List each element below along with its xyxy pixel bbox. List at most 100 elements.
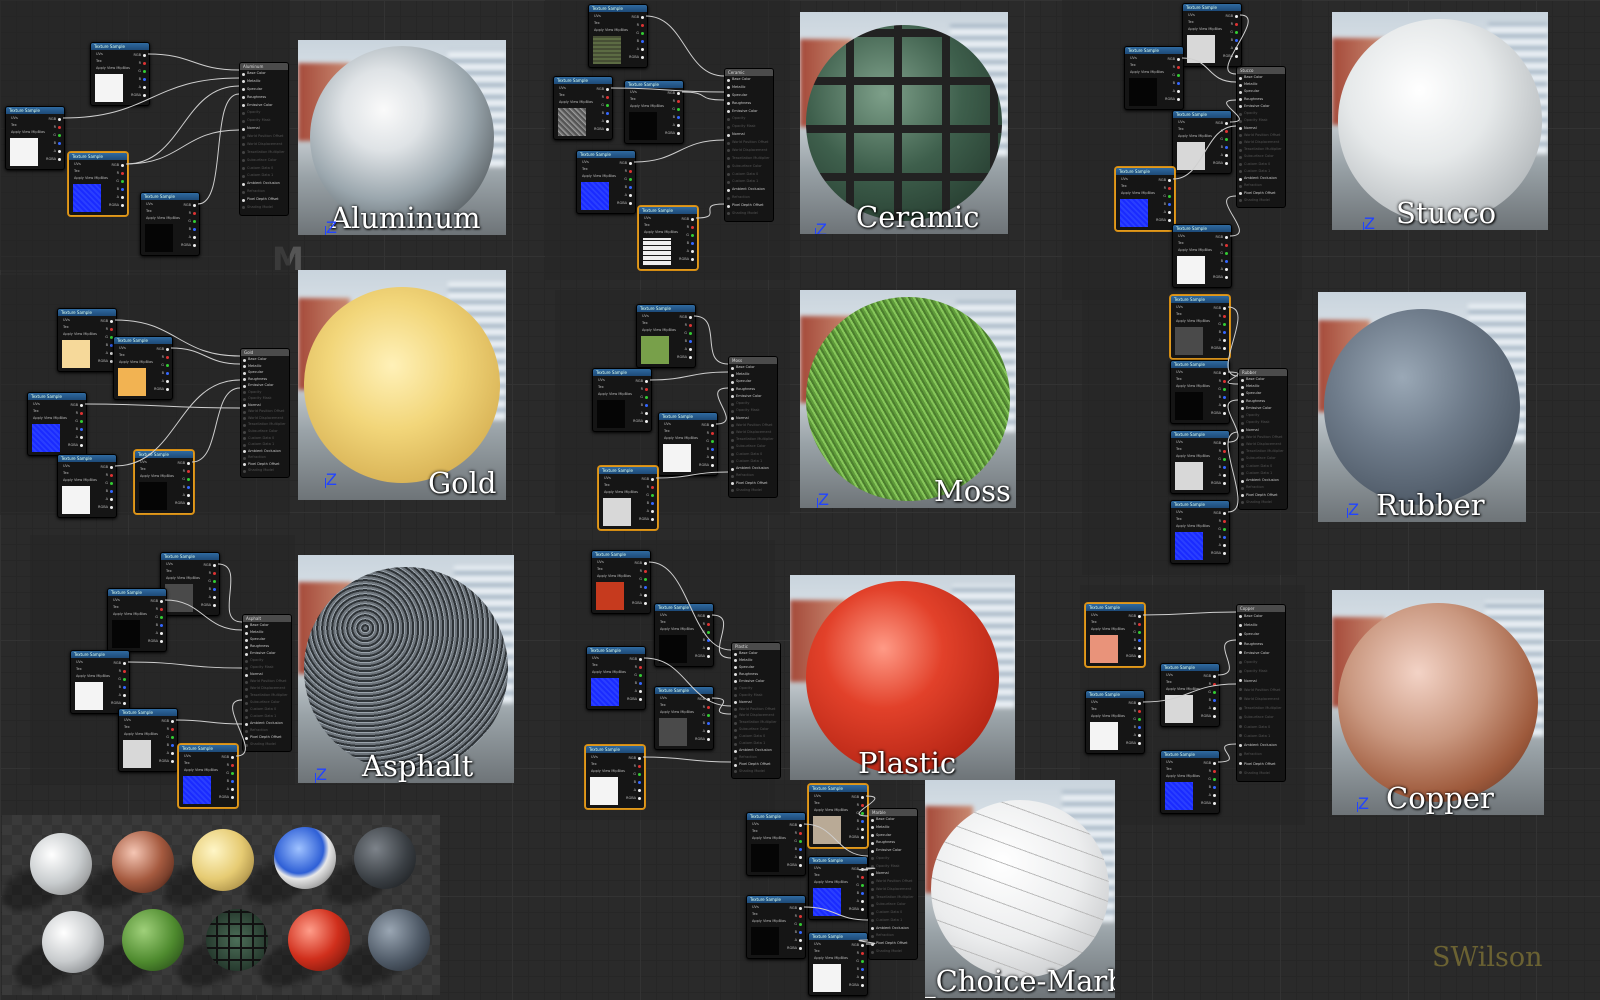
material-pin-row[interactable]: World Position Offset <box>729 422 777 429</box>
output-pin[interactable] <box>638 780 641 784</box>
output-pin[interactable] <box>629 201 632 205</box>
material-pin-row[interactable]: Custom Data 1 <box>1237 168 1285 175</box>
texture-sample-node[interactable]: Texture Sample RGB R G B A RGBA UVs Tex Apply Vie… <box>27 392 87 456</box>
output-pin[interactable] <box>193 243 196 247</box>
texture-sample-node[interactable]: Texture Sample RGB R G B A RGBA UVs Tex Apply Vie… <box>5 106 65 170</box>
texture-sample-node[interactable]: Texture Sample RGB R G B A RGBA UVs Tex Apply Vie… <box>1170 360 1230 424</box>
output-pin[interactable] <box>645 411 648 415</box>
output-pin[interactable] <box>1223 371 1226 375</box>
material-pin-row[interactable]: Ambient Occlusion <box>732 747 780 754</box>
output-pin[interactable] <box>231 795 234 799</box>
output-pin[interactable] <box>1225 267 1228 271</box>
output-pin[interactable] <box>799 930 802 934</box>
material-pin-row[interactable]: Emissive Color <box>1239 405 1287 412</box>
material-pin-row[interactable]: Normal <box>729 415 777 422</box>
output-pin[interactable] <box>799 823 802 827</box>
material-pin-row[interactable]: Base Color <box>1237 74 1285 81</box>
material-pin-row[interactable]: World Displacement <box>240 141 288 149</box>
material-pin-row[interactable]: World Displacement <box>1237 695 1285 704</box>
output-pin[interactable] <box>171 719 174 723</box>
output-pin[interactable] <box>213 563 216 567</box>
output-pin[interactable] <box>638 796 641 800</box>
output-pin[interactable] <box>1223 395 1226 399</box>
output-pin[interactable] <box>193 227 196 231</box>
output-pin[interactable] <box>641 47 644 51</box>
material-pin-row[interactable]: Metallic <box>732 657 780 664</box>
output-pin[interactable] <box>1138 646 1141 650</box>
material-pin-row[interactable]: Roughness <box>725 100 773 108</box>
output-pin[interactable] <box>1223 543 1226 547</box>
output-pin[interactable] <box>1223 379 1226 383</box>
material-pin-row[interactable]: Tessellation Multiplier <box>1239 448 1287 455</box>
texture-sample-node[interactable]: Texture Sample RGB R G B A RGBA UVs Tex Apply Vie… <box>90 42 150 106</box>
output-pin[interactable] <box>629 177 632 181</box>
material-pin-row[interactable]: World Displacement <box>1237 139 1285 146</box>
output-pin[interactable] <box>1223 551 1226 555</box>
output-pin[interactable] <box>123 669 126 673</box>
output-pin[interactable] <box>213 579 216 583</box>
material-pin-row[interactable]: Custom Data 1 <box>729 458 777 465</box>
material-output-node[interactable]: Gold Base Color Metallic Specular Roughness E… <box>240 348 290 478</box>
texture-sample-node[interactable]: Texture Sample RGB R G B A RGBA UVs Tex Apply Vie… <box>598 466 658 530</box>
output-pin[interactable] <box>644 585 647 589</box>
output-pin[interactable] <box>707 721 710 725</box>
texture-sample-node[interactable]: Texture Sample RGB R G B A RGBA UVs Tex Apply Vie… <box>1182 3 1242 67</box>
material-pin-row[interactable]: Custom Data 1 <box>725 178 773 186</box>
texture-sample-node[interactable]: Texture Sample RGB R G B A RGBA UVs Tex Apply Vie… <box>1085 690 1145 754</box>
output-pin[interactable] <box>1223 465 1226 469</box>
material-pin-row[interactable]: Base Color <box>732 650 780 657</box>
output-pin[interactable] <box>166 363 169 367</box>
output-pin[interactable] <box>80 419 83 423</box>
output-pin[interactable] <box>171 735 174 739</box>
output-pin[interactable] <box>110 497 113 501</box>
output-pin[interactable] <box>799 938 802 942</box>
material-pin-row[interactable]: Refraction <box>725 194 773 202</box>
output-pin[interactable] <box>1223 411 1226 415</box>
output-pin[interactable] <box>707 705 710 709</box>
output-pin[interactable] <box>1213 690 1216 694</box>
output-pin[interactable] <box>641 39 644 43</box>
material-pin-row[interactable]: Base Color <box>243 622 291 629</box>
output-pin[interactable] <box>691 233 694 237</box>
material-pin-row[interactable]: Specular <box>240 86 288 94</box>
output-pin[interactable] <box>1213 801 1216 805</box>
material-pin-row[interactable]: Metallic <box>1237 81 1285 88</box>
material-pin-row[interactable]: Base Color <box>869 816 917 824</box>
material-pin-row[interactable]: Custom Data 0 <box>725 171 773 179</box>
output-pin[interactable] <box>80 435 83 439</box>
material-pin-row[interactable]: Ambient Occlusion <box>725 186 773 194</box>
material-pin-row[interactable]: Emissive Color <box>732 678 780 685</box>
material-pin-row[interactable]: Normal <box>869 870 917 878</box>
material-pin-row[interactable]: Opacity Mask <box>869 863 917 871</box>
material-pin-row[interactable]: Opacity <box>1237 658 1285 667</box>
output-pin[interactable] <box>799 863 802 867</box>
texture-sample-node[interactable]: Texture Sample RGB R G B A RGBA UVs Tex Apply Vie… <box>1170 500 1230 564</box>
texture-sample-node[interactable]: Texture Sample RGB R G B A RGBA UVs Tex Apply Vie… <box>1172 224 1232 288</box>
output-pin[interactable] <box>160 599 163 603</box>
material-pin-row[interactable]: Normal <box>1239 427 1287 434</box>
material-pin-row[interactable]: Ambient Occlusion <box>869 925 917 933</box>
material-pin-row[interactable]: Custom Data 0 <box>1237 161 1285 168</box>
output-pin[interactable] <box>160 607 163 611</box>
output-pin[interactable] <box>1213 674 1216 678</box>
output-pin[interactable] <box>80 403 83 407</box>
material-pin-row[interactable]: Normal <box>725 131 773 139</box>
material-pin-row[interactable]: Emissive Color <box>243 650 291 657</box>
material-pin-row[interactable]: Custom Data 1 <box>240 172 288 180</box>
output-pin[interactable] <box>1138 654 1141 658</box>
texture-sample-node[interactable]: Texture Sample RGB R G B A RGBA UVs Tex Apply Vie… <box>70 650 130 714</box>
output-pin[interactable] <box>1177 81 1180 85</box>
output-pin[interactable] <box>80 443 83 447</box>
material-output-node[interactable]: Stucco Base Color Metallic Specular Roughnes… <box>1236 66 1286 208</box>
material-pin-row[interactable]: Shading Model <box>725 210 773 218</box>
material-pin-row[interactable]: Refraction <box>1239 484 1287 491</box>
output-pin[interactable] <box>1168 178 1171 182</box>
output-pin[interactable] <box>711 423 714 427</box>
material-pin-row[interactable]: Tessellation Multiplier <box>869 894 917 902</box>
material-pin-row[interactable]: Opacity <box>732 685 780 692</box>
output-pin[interactable] <box>644 593 647 597</box>
output-pin[interactable] <box>123 693 126 697</box>
material-pin-row[interactable]: Refraction <box>1237 182 1285 189</box>
texture-sample-node[interactable]: Texture Sample RGB R G B A RGBA UVs Tex Apply Vie… <box>1160 750 1220 814</box>
texture-sample-node[interactable]: Texture Sample RGB R G B A RGBA UVs Tex Apply Vie… <box>68 152 128 216</box>
